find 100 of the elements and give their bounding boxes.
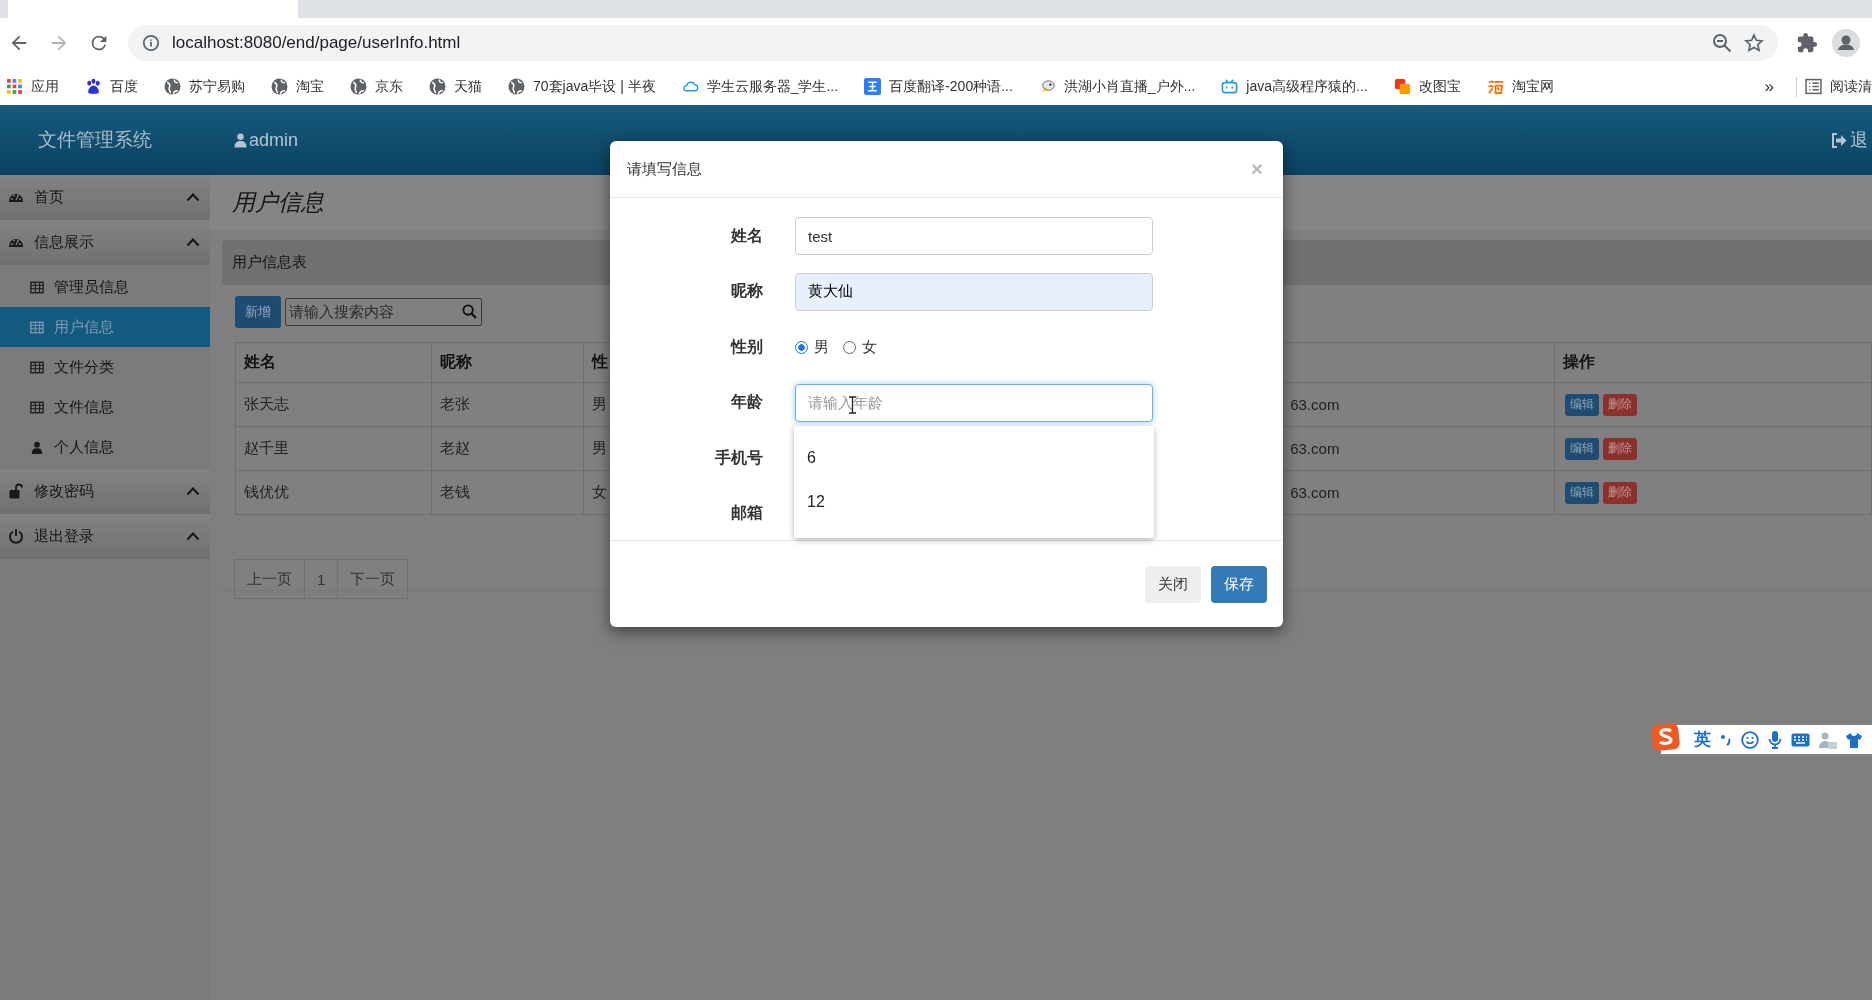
app-title: 文件管理系统	[38, 128, 153, 152]
star-icon[interactable]	[1744, 33, 1764, 53]
user-menu[interactable]: admin	[234, 129, 299, 151]
bookmark[interactable]: 苏宁易购	[164, 77, 245, 96]
radio-button[interactable]	[795, 340, 808, 354]
input-mode[interactable]: 英	[1694, 728, 1711, 751]
input-field[interactable]: 黄大仙	[795, 272, 1153, 311]
radio-option[interactable]: 女	[843, 337, 877, 357]
dialog-title: 请填写信息	[627, 159, 703, 179]
chevron-up-icon	[186, 192, 200, 202]
edit-button[interactable]: 编辑	[1565, 393, 1600, 416]
bookmark[interactable]: 应用	[6, 77, 59, 96]
table-cell: 赵千里	[244, 439, 289, 456]
search-icon[interactable]	[462, 303, 477, 319]
pagination-link[interactable]: 上一页	[234, 559, 305, 599]
nav-item[interactable]: 个人信息	[0, 427, 210, 467]
paw-icon	[85, 78, 102, 95]
radio-option[interactable]: 男	[795, 337, 829, 357]
field-label: 性别	[729, 336, 764, 357]
pagination-link[interactable]: 下一页	[337, 559, 409, 599]
table-cell: 男	[591, 395, 607, 412]
suggestion-item[interactable]: 12	[794, 479, 1154, 524]
add-button[interactable]: 新增	[235, 295, 281, 328]
nav-item[interactable]: 管理员信息	[0, 267, 210, 307]
suggestion-item[interactable]: 6	[794, 435, 1154, 480]
column-header: 操作	[1554, 342, 1872, 383]
nav-item[interactable]: 文件分类	[0, 347, 210, 387]
address-bar[interactable]: localhost:8080/end/page/userInfo.html	[128, 25, 1778, 61]
bookmarks-overflow[interactable]: »	[1764, 76, 1774, 97]
chevron-up-icon	[186, 237, 200, 247]
bookmark[interactable]: 京东	[350, 77, 403, 96]
bookmark[interactable]: 淘宝	[271, 77, 324, 96]
bookmark[interactable]: 学生云服务器_学生...	[681, 77, 839, 96]
pagination-link[interactable]: 1	[304, 559, 339, 599]
globe-icon	[271, 78, 288, 95]
bookmark[interactable]: 70套java毕设 | 半夜	[508, 77, 656, 96]
globe-icon	[164, 78, 181, 95]
padlock-icon	[8, 483, 24, 499]
nav-group[interactable]: 修改密码	[0, 469, 210, 514]
globe-icon	[350, 78, 367, 95]
list-icon	[1805, 78, 1822, 95]
delete-button[interactable]: 删除	[1603, 437, 1638, 460]
bookmark[interactable]: 百度翻译-200种语...	[864, 77, 1013, 96]
table-icon	[30, 280, 44, 294]
keyboard-icon[interactable]	[1791, 732, 1810, 747]
power-icon	[8, 528, 24, 544]
table-cell: 女	[591, 483, 607, 500]
input-field[interactable]: test	[795, 217, 1153, 255]
smiley-icon[interactable]	[1741, 730, 1759, 749]
table-cell: 63.com	[1290, 396, 1340, 413]
nav-item[interactable]: 用户信息	[0, 307, 210, 347]
close-dialog-button[interactable]: 关闭	[1145, 566, 1201, 603]
info-icon	[142, 34, 160, 52]
delete-button[interactable]: 删除	[1603, 481, 1638, 504]
bookmark[interactable]: 改图宝	[1393, 77, 1461, 96]
table-icon	[30, 400, 44, 414]
translate-icon	[864, 78, 882, 95]
globe-icon	[429, 78, 446, 95]
nav-group[interactable]: 首页	[0, 175, 210, 220]
field-label: 年龄	[730, 392, 764, 412]
page-title: 用户信息	[232, 188, 324, 217]
microphone-icon[interactable]	[1768, 730, 1782, 749]
column-header: 姓名	[235, 342, 432, 383]
nav-group[interactable]: 退出登录	[0, 514, 210, 559]
bookmark[interactable]: 天猫	[429, 77, 482, 96]
field-label: 手机号	[714, 447, 764, 468]
edit-button[interactable]: 编辑	[1565, 437, 1600, 460]
delete-button[interactable]: 删除	[1603, 393, 1638, 416]
table-cell: 63.com	[1290, 484, 1340, 501]
bookmark[interactable]: 淘宝网	[1486, 77, 1554, 96]
apps-icon	[6, 78, 23, 95]
chevron-up-icon	[186, 486, 200, 496]
chevron-up-icon	[186, 531, 200, 541]
edit-button[interactable]: 编辑	[1565, 481, 1600, 504]
user-icon	[30, 440, 44, 454]
table-cell: 老钱	[440, 483, 471, 500]
globe-icon	[508, 78, 525, 95]
table-cell: 老赵	[440, 439, 471, 456]
save-button[interactable]: 保存	[1211, 566, 1267, 603]
squares-icon	[1393, 78, 1411, 95]
bookmark[interactable]: 百度	[85, 77, 138, 96]
shirt-icon[interactable]	[1846, 731, 1862, 748]
table-cell: 老张	[440, 395, 471, 412]
logout-icon	[1831, 132, 1847, 148]
field-label: 邮箱	[730, 503, 764, 523]
reading-list[interactable]: 阅读清	[1805, 77, 1872, 96]
table-cell: 钱优优	[244, 483, 289, 500]
table-icon	[30, 360, 44, 374]
avatar-icon[interactable]	[1832, 29, 1860, 57]
puzzle-icon[interactable]	[1796, 32, 1818, 54]
zoom-out-icon[interactable]	[1712, 33, 1732, 53]
bookmark[interactable]: 洪湖小肖直播_户外...	[1038, 77, 1196, 96]
nav-group[interactable]: 信息展示	[0, 220, 210, 265]
ime-logo-icon[interactable]	[1651, 722, 1681, 752]
logout-link[interactable]: 退	[1831, 128, 1868, 152]
nav-item[interactable]: 文件信息	[0, 387, 210, 427]
punctuation-icon[interactable]	[1720, 732, 1732, 747]
search-field[interactable]: 请输入搜索内容	[285, 297, 482, 326]
bookmark[interactable]: java高级程序猿的...	[1221, 77, 1368, 96]
user-icon	[234, 132, 247, 148]
